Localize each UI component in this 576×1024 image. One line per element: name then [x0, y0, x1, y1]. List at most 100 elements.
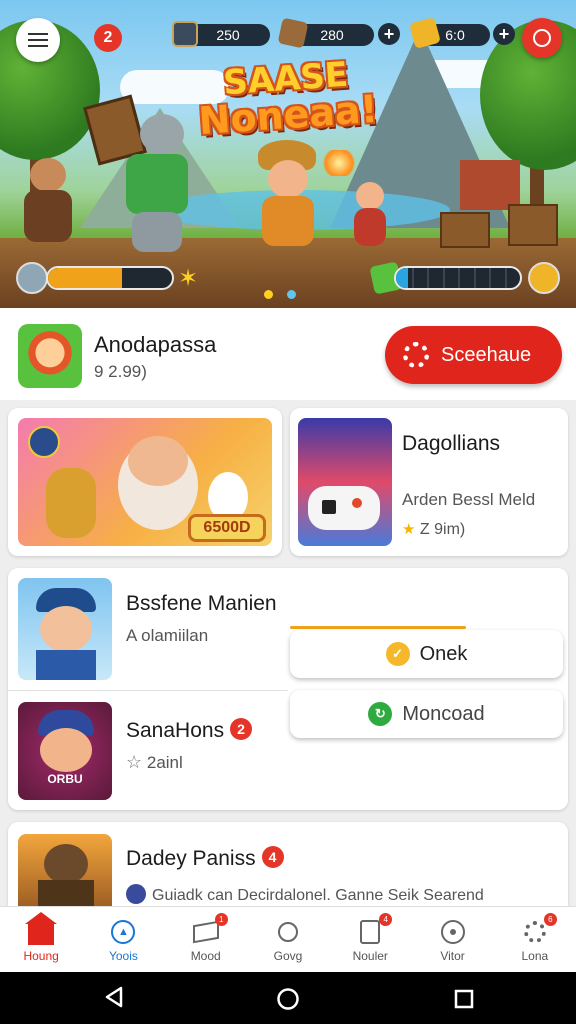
player-health-fill	[48, 268, 123, 288]
game-controller-art	[298, 418, 392, 546]
progress-indicator	[290, 626, 466, 629]
nav-video[interactable]: Vitor	[411, 907, 493, 972]
add-wood-button[interactable]: +	[378, 23, 400, 45]
resource-avatar-counter: 250	[186, 24, 270, 46]
nav-badge: 1	[214, 913, 228, 926]
list-item-title: SanaHons	[126, 719, 225, 742]
list-item-subtitle-row: ☆ 2ainl	[126, 752, 183, 773]
nav-tools[interactable]: ▲ Yoois	[82, 907, 164, 972]
nav-search[interactable]: Govg	[247, 907, 329, 972]
controller-icon	[308, 486, 380, 530]
list-item-title-row: Dadey Paniss 4	[126, 846, 284, 871]
crate	[508, 204, 558, 246]
add-gold-button[interactable]: +	[493, 23, 515, 45]
carousel-dot[interactable]	[264, 290, 273, 299]
promo-row[interactable]: Anodapassa 9 2.99) Sceehaue	[0, 308, 576, 400]
notification-badge[interactable]: 2	[94, 24, 122, 52]
list-item-thumbnail: ORBU	[18, 702, 112, 800]
menu-button[interactable]	[16, 18, 60, 62]
promo-button-label: Sceehaue	[441, 343, 532, 366]
gear-icon	[523, 921, 546, 943]
nav-label: Mood	[190, 949, 221, 963]
hut	[460, 160, 520, 210]
featured-card[interactable]: Dagollians Arden Bessl Meld ★ Z 9im)	[290, 408, 568, 556]
character-face	[40, 606, 92, 652]
small-avatar	[126, 884, 146, 904]
nav-mood[interactable]: 1 Mood	[165, 907, 247, 972]
character-body	[36, 650, 96, 680]
crate	[440, 212, 490, 248]
featured-card-art: 6500D	[18, 418, 272, 546]
game-title-logo: SAASE Noneaa!	[190, 55, 385, 143]
enemy-health-bar	[394, 266, 522, 290]
back-icon[interactable]	[104, 986, 124, 1008]
emblem-icon	[28, 426, 60, 458]
enemy-health-fill	[396, 268, 409, 288]
home-icon	[25, 912, 58, 945]
health-segment	[442, 268, 445, 288]
nav-badge: 4	[379, 913, 393, 926]
resource-value: 250	[216, 27, 240, 43]
count-badge: 2	[230, 718, 253, 740]
list-item-subtitle: Guiadk can Decirdalonel. Ganne Seik Sear…	[152, 887, 484, 904]
primary-action-button[interactable]: ✓ Onek	[290, 630, 563, 678]
button-dot	[352, 498, 362, 508]
nav-settings[interactable]: 6 Lona	[494, 907, 576, 972]
bottom-navigation: Houng ▲ Yoois 1 Mood Govg 4 Nouler Vitor…	[0, 906, 576, 972]
player-health-bar	[46, 266, 174, 290]
health-segment	[489, 268, 491, 288]
list-item-title-row: SanaHons 2	[126, 718, 253, 743]
hero-character	[250, 140, 330, 250]
nav-label: Vitor	[440, 949, 465, 963]
promo-action-button[interactable]: Sceehaue	[385, 326, 562, 384]
list-item[interactable]: Bssfene Manien A olamiilan	[8, 568, 288, 688]
rating-value: Z 9im)	[419, 521, 466, 538]
price-tag: 6500D	[188, 514, 266, 542]
list-item-subtitle-row: Guiadk can Decirdalonel. Ganne Seik Sear…	[126, 884, 484, 905]
card-subtitle: Arden Bessl Meld	[402, 490, 536, 509]
star-icon: ★	[402, 521, 416, 538]
promo-title: Anodapassa	[94, 332, 217, 357]
thumbnail-label: ORBU	[47, 772, 83, 786]
list-item[interactable]: ORBU SanaHons 2 ☆ 2ainl	[8, 692, 288, 810]
treasure-chest-icon	[528, 262, 560, 294]
mail-icon	[192, 920, 219, 944]
check-icon: ✓	[385, 642, 410, 666]
list-item-title: Dadey Paniss	[126, 847, 256, 870]
nav-label: Lona	[521, 949, 549, 963]
promo-subtitle: 9 2.99)	[94, 362, 147, 381]
child-character	[350, 182, 390, 248]
nav-label: Nouler	[352, 949, 388, 963]
wood-icon	[277, 17, 309, 49]
card-title: Dagollians	[402, 432, 501, 455]
star-burst-icon: ✶	[178, 265, 199, 292]
player-avatar	[16, 262, 48, 294]
recents-icon[interactable]	[454, 989, 474, 1009]
gear-icon	[403, 342, 429, 368]
list-item-title: Bssfene Manien	[126, 592, 277, 615]
player-portrait-icon	[172, 21, 198, 47]
nav-label: Houng	[23, 949, 59, 963]
explorer-character	[46, 468, 96, 538]
nav-news[interactable]: 4 Nouler	[329, 907, 411, 972]
home-circle-icon[interactable]	[276, 987, 300, 1011]
health-segment	[473, 268, 476, 288]
featured-card[interactable]: 6500D	[8, 408, 282, 556]
list-item-subtitle: 2ainl	[146, 753, 183, 772]
divider	[8, 690, 288, 691]
fire-blast	[320, 150, 358, 176]
hero-banner[interactable]: 2 250 280 + 6:0 + SAASE Noneaa! ✶	[0, 0, 576, 308]
hamburger-icon	[28, 33, 48, 47]
carousel-dot[interactable]	[287, 290, 296, 299]
record-button[interactable]	[522, 18, 562, 58]
star-outline-icon: ☆	[126, 752, 143, 772]
health-segment	[411, 268, 414, 288]
system-navigation-bar	[0, 972, 576, 1024]
download-button[interactable]: ↻ Moncoad	[290, 690, 563, 738]
health-segment	[504, 268, 507, 288]
disc-icon	[440, 920, 465, 944]
nav-label: Govg	[273, 949, 303, 963]
nav-home[interactable]: Houng	[0, 907, 82, 972]
character-face	[128, 436, 188, 486]
record-icon	[533, 29, 551, 47]
